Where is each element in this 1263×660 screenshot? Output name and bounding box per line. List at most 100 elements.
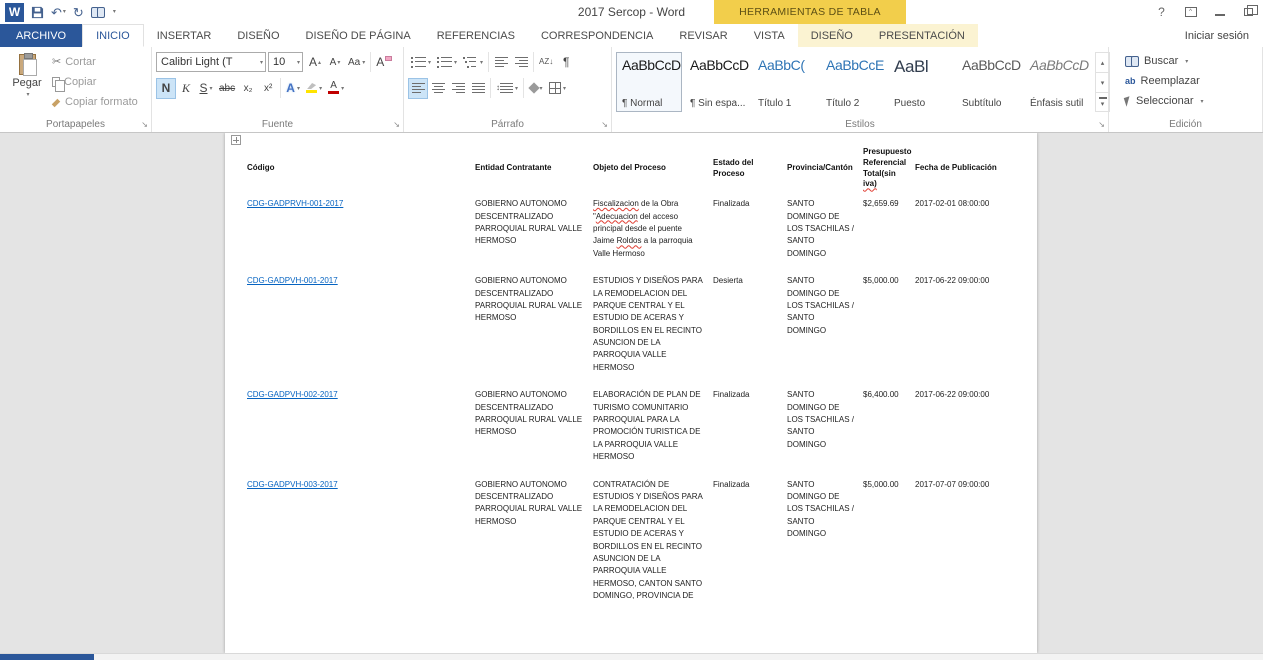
redo-icon[interactable]: ↻ <box>73 6 84 19</box>
tab-revisar[interactable]: REVISAR <box>666 24 740 47</box>
group-label: Párrafo <box>404 119 611 130</box>
borders-button[interactable]: ▾ <box>546 78 569 99</box>
cell-codigo: CDG-GADPVH-001-2017 <box>247 275 475 389</box>
bullets-button[interactable]: ▾ <box>408 52 434 73</box>
sort-button[interactable]: AZ↓ <box>536 52 556 73</box>
contextual-tab-diseno[interactable]: DISEÑO <box>798 24 866 47</box>
qat-customize-icon[interactable]: ▾ <box>112 9 116 15</box>
numbering-button[interactable]: ▾ <box>434 52 460 73</box>
group-edicion: Buscar ▾ ab Reemplazar Seleccionar ▾ Edi… <box>1109 47 1263 132</box>
tab-insertar[interactable]: INSERTAR <box>144 24 225 47</box>
document-area[interactable]: CódigoEntidad ContratanteObjeto del Proc… <box>0 133 1263 653</box>
font-dialog-launcher-icon[interactable]: ↘ <box>393 121 400 129</box>
bold-button[interactable]: N <box>156 78 176 99</box>
justify-button[interactable] <box>468 78 488 99</box>
group-fuente: Calibri Light (T ▾ 10 ▾ A▴ A▾ Aa▾ A N K … <box>152 47 404 132</box>
replace-icon: ab <box>1125 76 1136 86</box>
change-case-button[interactable]: Aa▾ <box>345 52 368 73</box>
contextual-tabs: DISEÑOPRESENTACIÓN <box>798 24 978 47</box>
increase-indent-button[interactable] <box>511 52 531 73</box>
table-move-handle[interactable] <box>231 135 241 145</box>
tab-vista[interactable]: VISTA <box>741 24 798 47</box>
font-name-select[interactable]: Calibri Light (T ▾ <box>156 52 266 72</box>
codigo-link[interactable]: CDG-GADPVH-002-2017 <box>247 390 338 399</box>
tab-diseno-de-pagina[interactable]: DISEÑO DE PÁGINA <box>293 24 424 47</box>
window-title: 2017 Sercop - Word <box>0 5 1263 19</box>
cell-entidad: GOBIERNO AUTONOMO DESCENTRALIZADO PARROQ… <box>475 389 593 478</box>
underline-button[interactable]: S▾ <box>196 78 216 99</box>
style-titulo-1[interactable]: AaBbC(Título 1 <box>752 52 818 112</box>
clear-formatting-button[interactable]: A <box>373 52 395 73</box>
styles-dialog-launcher-icon[interactable]: ↘ <box>1098 121 1105 129</box>
align-left-button[interactable] <box>408 78 428 99</box>
tab-inicio[interactable]: INICIO <box>82 24 144 47</box>
restore-icon[interactable] <box>1234 0 1263 24</box>
cell-presupuesto: $2,659.69 <box>863 198 915 275</box>
titlebar: W ↶▾ ↻ ▾ 2017 Sercop - Word HERRAMIENTAS… <box>0 0 1263 24</box>
font-size-select[interactable]: 10 ▾ <box>268 52 303 72</box>
status-left-segment[interactable] <box>0 654 94 660</box>
tab-referencias[interactable]: REFERENCIAS <box>424 24 528 47</box>
contextual-tab-presentacion[interactable]: PRESENTACIÓN <box>866 24 978 47</box>
select-button[interactable]: Seleccionar ▾ <box>1125 91 1258 111</box>
style-sin-espa[interactable]: AaBbCcDc¶ Sin espa... <box>684 52 750 112</box>
line-spacing-button[interactable]: ↕▾ <box>493 78 521 99</box>
styles-more-icon[interactable]: ▾ <box>1095 92 1110 112</box>
format-painter-button[interactable]: Copiar formato <box>50 92 140 111</box>
show-marks-button[interactable]: ¶ <box>556 52 576 73</box>
minimize-icon[interactable] <box>1205 0 1234 24</box>
styles-scroll-up-icon[interactable]: ▴ <box>1095 52 1110 72</box>
cell-codigo: CDG-GADPVH-003-2017 <box>247 479 475 618</box>
text-effects-button[interactable]: A▾ <box>283 78 303 99</box>
paste-button[interactable]: Pegar ▾ <box>4 50 50 117</box>
cell-fecha: 2017-07-07 09:00:00 <box>915 479 1015 618</box>
subscript-button[interactable]: x₂ <box>238 78 258 99</box>
shading-button[interactable]: ▾ <box>526 78 546 99</box>
binoculars-icon <box>91 7 105 17</box>
style-name: Subtítulo <box>962 98 1018 109</box>
shrink-font-button[interactable]: A▾ <box>325 52 345 73</box>
replace-button[interactable]: ab Reemplazar <box>1125 71 1258 91</box>
copy-icon <box>52 77 60 87</box>
strikethrough-button[interactable]: abc <box>216 78 238 99</box>
tab-archivo[interactable]: ARCHIVO <box>0 24 82 47</box>
ribbon-display-options-icon[interactable]: ^ <box>1176 0 1205 24</box>
codigo-link[interactable]: CDG-GADPVH-003-2017 <box>247 480 338 489</box>
paragraph-dialog-launcher-icon[interactable]: ↘ <box>601 121 608 129</box>
highlight-button[interactable]: ▾ <box>303 78 325 99</box>
decrease-indent-button[interactable] <box>491 52 511 73</box>
style-enfasis-sutil[interactable]: AaBbCcDtÉnfasis sutil <box>1024 52 1090 112</box>
help-icon[interactable]: ? <box>1147 0 1176 24</box>
undo-icon[interactable]: ↶▾ <box>51 6 66 19</box>
copy-button[interactable]: Copiar <box>50 72 140 91</box>
find-button[interactable]: Buscar ▾ <box>1125 51 1258 71</box>
cell-provincia: SANTO DOMINGO DE LOS TSACHILAS / SANTO D… <box>787 198 863 275</box>
cell-codigo: CDG-GADPVH-002-2017 <box>247 389 475 478</box>
cut-button[interactable]: ✂ Cortar <box>50 52 140 71</box>
style-puesto[interactable]: AaBlPuesto <box>888 52 954 112</box>
chevron-down-icon: ▾ <box>26 91 29 98</box>
align-right-button[interactable] <box>448 78 468 99</box>
tab-diseno[interactable]: DISEÑO <box>224 24 292 47</box>
align-left-icon <box>412 83 425 94</box>
clipboard-dialog-launcher-icon[interactable]: ↘ <box>141 121 148 129</box>
align-center-button[interactable] <box>428 78 448 99</box>
multilevel-list-button[interactable]: ▾ <box>460 52 486 73</box>
find-icon[interactable] <box>91 7 105 17</box>
font-color-button[interactable]: A ▾ <box>325 78 347 99</box>
window-controls: ? ^ <box>1147 0 1263 24</box>
style-titulo-2[interactable]: AaBbCcETítulo 2 <box>820 52 886 112</box>
style-normal[interactable]: AaBbCcDc¶ Normal <box>616 52 682 112</box>
save-icon[interactable] <box>31 6 44 19</box>
italic-button[interactable]: K <box>176 78 196 99</box>
codigo-link[interactable]: CDG-GADPRVH-001-2017 <box>247 199 343 208</box>
superscript-button[interactable]: x² <box>258 78 278 99</box>
cell-fecha: 2017-06-22 09:00:00 <box>915 389 1015 478</box>
tab-correspondencia[interactable]: CORRESPONDENCIA <box>528 24 666 47</box>
style-subtitulo[interactable]: AaBbCcDSubtítulo <box>956 52 1022 112</box>
document-page[interactable]: CódigoEntidad ContratanteObjeto del Proc… <box>225 133 1037 653</box>
sign-in-link[interactable]: Iniciar sesión <box>1185 24 1263 47</box>
styles-scroll-down-icon[interactable]: ▾ <box>1095 72 1110 92</box>
codigo-link[interactable]: CDG-GADPVH-001-2017 <box>247 276 338 285</box>
grow-font-button[interactable]: A▴ <box>305 52 325 73</box>
